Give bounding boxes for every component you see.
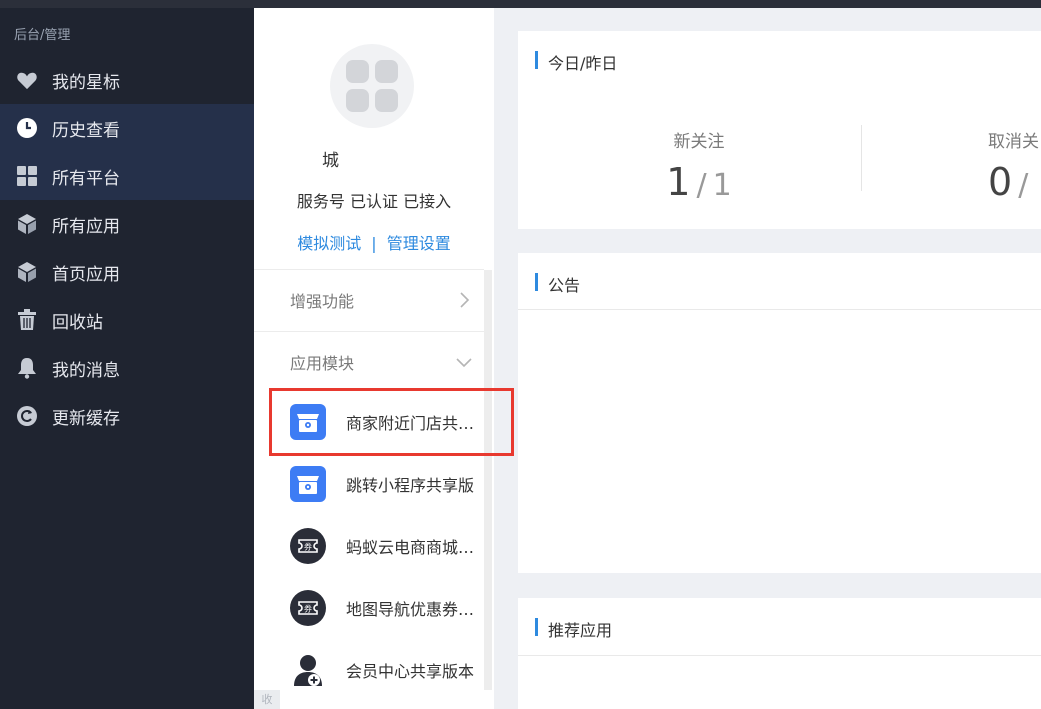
sidebar-item-starred[interactable]: 我的星标: [0, 56, 254, 104]
sidebar-item-label: 首页应用: [52, 264, 120, 285]
simulate-test-link[interactable]: 模拟测试: [297, 234, 361, 253]
highlight-box: [269, 388, 514, 456]
coupon-icon: 券: [290, 590, 326, 626]
apps-grid-icon: [346, 60, 398, 112]
divider: [518, 655, 1041, 656]
grid-icon: [16, 165, 38, 187]
collapse-tab[interactable]: 收: [254, 690, 280, 709]
chevron-right-icon: [460, 292, 470, 308]
sidebar-item-label: 我的消息: [52, 360, 120, 381]
manage-settings-link[interactable]: 管理设置: [387, 234, 451, 253]
sidebar-item-label: 更新缓存: [52, 408, 120, 429]
stat-today: 0: [988, 160, 1013, 204]
sidebar-item-label: 所有应用: [52, 216, 120, 237]
app-item-member-center[interactable]: 会员中心共享版本: [254, 639, 484, 701]
stat-value: 0/: [988, 160, 1041, 204]
sidebar-item-recycle-bin[interactable]: 回收站: [0, 296, 254, 344]
link-separator: |: [371, 234, 377, 253]
app-label: 蚂蚁云电商商城…: [346, 538, 475, 557]
account-name-blur: [346, 142, 442, 178]
account-avatar: [330, 44, 414, 128]
svg-text:券: 券: [304, 542, 312, 552]
menu-modules-label: 应用模块: [290, 354, 355, 373]
account-status: 服务号 已认证 已接入: [296, 192, 452, 211]
sidebar-item-all-platforms[interactable]: 所有平台: [0, 152, 254, 200]
sidebar-item-home-apps[interactable]: 首页应用: [0, 248, 254, 296]
card-header: 公告: [518, 253, 1041, 310]
sidebar-item-history[interactable]: 历史查看: [0, 104, 254, 152]
card-title: 推荐应用: [548, 621, 613, 640]
card-header: 推荐应用: [518, 598, 1041, 655]
stat-slash: /: [1018, 168, 1029, 203]
refresh-icon: [16, 405, 38, 427]
divider: [518, 309, 1041, 310]
bell-icon: [16, 357, 38, 379]
notice-card: 公告: [518, 253, 1041, 573]
cube-icon: [16, 213, 38, 235]
stat-value: 1/1: [569, 160, 829, 204]
sidebar-section-title: 后台/管理: [14, 28, 71, 43]
trash-icon: [16, 309, 38, 331]
stat-label: 取消关: [988, 132, 1039, 152]
heart-icon: [16, 69, 38, 91]
menu-modules[interactable]: 应用模块: [254, 332, 484, 392]
sidebar-item-label: 回收站: [52, 312, 103, 333]
store-icon: [290, 466, 326, 502]
stat-divider: [861, 125, 862, 191]
account-panel: 城 服务号 已认证 已接入 模拟测试 | 管理设置 增强功能 应用模块 商家附近门店…: [254, 8, 494, 709]
sidebar-nav: 我的星标 历史查看 所有平台 所有应用 首页应用 回收站 我的消息 更新缓存: [0, 56, 254, 440]
coupon-icon: 券: [290, 528, 326, 564]
app-item-map-coupon[interactable]: 券 地图导航优惠券…: [254, 577, 484, 639]
app-label: 地图导航优惠券…: [346, 600, 475, 619]
recommend-card: 推荐应用: [518, 598, 1041, 709]
member-icon: [290, 652, 326, 688]
top-bar: [0, 0, 1041, 8]
stat-unfollow: 取消关 0/: [894, 127, 1041, 204]
stat-new-follow: 新关注 1/1: [569, 127, 829, 204]
card-title: 今日/昨日: [548, 54, 618, 73]
sidebar-item-all-apps[interactable]: 所有应用: [0, 200, 254, 248]
cube-icon: [16, 261, 38, 283]
app-label: 跳转小程序共享版: [346, 476, 475, 495]
menu-enhance[interactable]: 增强功能: [254, 270, 484, 330]
card-accent-bar: [535, 273, 538, 291]
sidebar-item-label: 历史查看: [52, 120, 120, 141]
menu-enhance-label: 增强功能: [290, 292, 355, 311]
sidebar-item-refresh-cache[interactable]: 更新缓存: [0, 392, 254, 440]
app-label: 会员中心共享版本: [346, 662, 475, 681]
sidebar: 后台/管理 我的星标 历史查看 所有平台 所有应用 首页应用 回收站 我的消息 …: [0, 8, 254, 709]
card-header: 今日/昨日: [518, 31, 1041, 88]
chevron-down-icon: [456, 358, 472, 368]
sidebar-item-label: 所有平台: [52, 168, 120, 189]
account-links: 模拟测试 | 管理设置: [254, 230, 494, 254]
app-item-ecommerce[interactable]: 券 蚂蚁云电商商城…: [254, 515, 484, 577]
sidebar-item-label: 我的星标: [52, 72, 120, 93]
account-name: 城: [322, 151, 339, 171]
card-accent-bar: [535, 51, 538, 69]
stat-slash: /: [696, 168, 707, 203]
app-item-miniprogram[interactable]: 跳转小程序共享版: [254, 453, 484, 515]
card-title: 公告: [548, 276, 581, 295]
sidebar-item-messages[interactable]: 我的消息: [0, 344, 254, 392]
scrollbar[interactable]: [484, 270, 492, 690]
stat-yesterday: 1: [712, 168, 732, 203]
today-stats-card: 今日/昨日 新关注 1/1 取消关 0/: [518, 31, 1041, 229]
card-accent-bar: [535, 618, 538, 636]
clock-icon: [16, 117, 38, 139]
stat-label: 新关注: [673, 132, 725, 152]
stat-today: 1: [666, 160, 691, 204]
svg-text:券: 券: [304, 604, 312, 614]
